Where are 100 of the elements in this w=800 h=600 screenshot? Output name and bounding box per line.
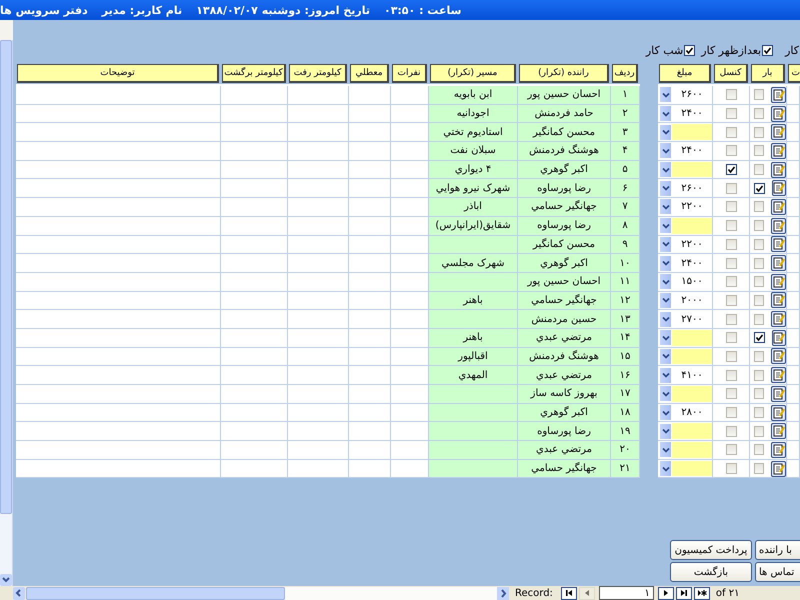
dropdown-button[interactable]: [660, 256, 671, 271]
amount-field[interactable]: [672, 124, 712, 140]
dropdown-button[interactable]: [660, 106, 671, 122]
column-header[interactable]: نفرات: [392, 64, 427, 83]
checkbox[interactable]: [754, 220, 764, 232]
dropdown-button[interactable]: [660, 292, 671, 308]
checkbox[interactable]: [726, 314, 736, 325]
checkbox[interactable]: [726, 463, 736, 474]
edit-button[interactable]: [771, 86, 786, 103]
column-header[interactable]: مسیر (تکرار): [430, 64, 516, 83]
dropdown-button[interactable]: [660, 87, 671, 102]
checkbox[interactable]: [754, 89, 764, 100]
checkbox[interactable]: [726, 238, 736, 250]
amount-field[interactable]: [672, 348, 712, 364]
amount-field[interactable]: [672, 460, 712, 476]
checkbox[interactable]: [726, 164, 736, 176]
dropdown-button[interactable]: [660, 424, 671, 439]
checkbox[interactable]: [726, 145, 736, 156]
edit-button[interactable]: [771, 218, 786, 234]
checkbox[interactable]: [726, 89, 736, 100]
edit-button[interactable]: [772, 330, 786, 346]
checkbox[interactable]: [726, 108, 736, 120]
edit-button[interactable]: [771, 442, 786, 458]
checkbox[interactable]: [754, 201, 764, 212]
nav-button[interactable]: [658, 586, 674, 600]
checkbox[interactable]: [754, 294, 764, 306]
checkbox[interactable]: [754, 164, 764, 176]
dropdown-button[interactable]: [660, 180, 671, 196]
amount-field[interactable]: [672, 330, 712, 346]
edit-button[interactable]: [771, 162, 786, 178]
checkbox[interactable]: [726, 332, 736, 344]
dropdown-button[interactable]: [660, 405, 671, 420]
amount-field[interactable]: [672, 218, 712, 234]
edit-button[interactable]: [771, 255, 786, 272]
checkbox[interactable]: [754, 332, 765, 344]
dropdown-button[interactable]: [660, 274, 671, 290]
dropdown-button[interactable]: [660, 218, 671, 234]
dropdown-button[interactable]: [660, 236, 671, 252]
edit-button[interactable]: [771, 367, 786, 384]
checkbox[interactable]: [762, 44, 774, 56]
nav-button[interactable]: [676, 586, 692, 600]
checkbox[interactable]: [726, 294, 736, 306]
edit-button[interactable]: [771, 404, 786, 421]
action-button[interactable]: تماس ها: [755, 562, 800, 582]
edit-button[interactable]: [771, 106, 786, 122]
dropdown-button[interactable]: [660, 199, 671, 214]
edit-button[interactable]: [771, 198, 786, 215]
amount-field[interactable]: [672, 442, 712, 458]
record-number-field[interactable]: ۱: [598, 586, 654, 600]
checkbox[interactable]: [726, 276, 736, 288]
checkbox[interactable]: [754, 407, 764, 418]
edit-button[interactable]: [771, 236, 786, 252]
checkbox[interactable]: [726, 258, 736, 269]
checkbox[interactable]: [726, 350, 736, 362]
column-header[interactable]: راننده (تکرار): [519, 64, 609, 83]
edit-button[interactable]: [771, 311, 786, 328]
checkbox[interactable]: [754, 108, 764, 120]
dropdown-button[interactable]: [660, 312, 671, 327]
edit-button[interactable]: [771, 274, 786, 290]
checkbox[interactable]: [754, 145, 764, 156]
column-header[interactable]: توضیحات: [17, 64, 219, 83]
checkbox[interactable]: [726, 370, 736, 381]
column-header[interactable]: کنسل: [714, 64, 748, 83]
checkbox[interactable]: [754, 126, 764, 138]
checkbox[interactable]: [726, 426, 736, 437]
dropdown-button[interactable]: [660, 124, 671, 140]
edit-button[interactable]: [771, 292, 786, 308]
checkbox[interactable]: [726, 407, 736, 418]
checkbox[interactable]: [726, 201, 736, 212]
amount-field[interactable]: [672, 162, 712, 178]
dropdown-button[interactable]: [660, 368, 671, 383]
checkbox[interactable]: [726, 126, 736, 138]
action-button[interactable]: با راننده: [755, 540, 800, 560]
vertical-scrollbar[interactable]: [0, 40, 13, 586]
edit-button[interactable]: [771, 124, 786, 140]
nav-button[interactable]: [694, 586, 710, 600]
column-header[interactable]: بار: [751, 64, 785, 83]
dropdown-button[interactable]: [660, 143, 671, 158]
edit-button[interactable]: [771, 142, 786, 159]
column-header[interactable]: کیلومتر رفت: [289, 64, 347, 83]
action-button[interactable]: پرداخت کمیسیون: [670, 540, 752, 560]
action-button[interactable]: بازگشت: [670, 562, 752, 582]
column-header[interactable]: معطلي: [350, 64, 389, 83]
amount-field[interactable]: [672, 386, 712, 402]
checkbox[interactable]: [726, 220, 736, 232]
amount-field[interactable]: [672, 423, 712, 440]
checkbox[interactable]: [754, 463, 764, 474]
edit-button[interactable]: [771, 348, 786, 364]
checkbox[interactable]: [754, 258, 764, 269]
edit-button[interactable]: [771, 460, 786, 477]
nav-button[interactable]: [560, 586, 577, 600]
column-header[interactable]: کیلومتر برگشت: [222, 64, 286, 83]
checkbox[interactable]: [754, 444, 764, 456]
column-header[interactable]: مبلغ: [659, 64, 711, 83]
checkbox[interactable]: [754, 426, 764, 437]
column-header[interactable]: ت: [788, 64, 800, 83]
checkbox[interactable]: [726, 444, 736, 456]
dropdown-button[interactable]: [660, 162, 671, 178]
edit-button[interactable]: [771, 423, 786, 440]
checkbox[interactable]: [726, 388, 736, 400]
